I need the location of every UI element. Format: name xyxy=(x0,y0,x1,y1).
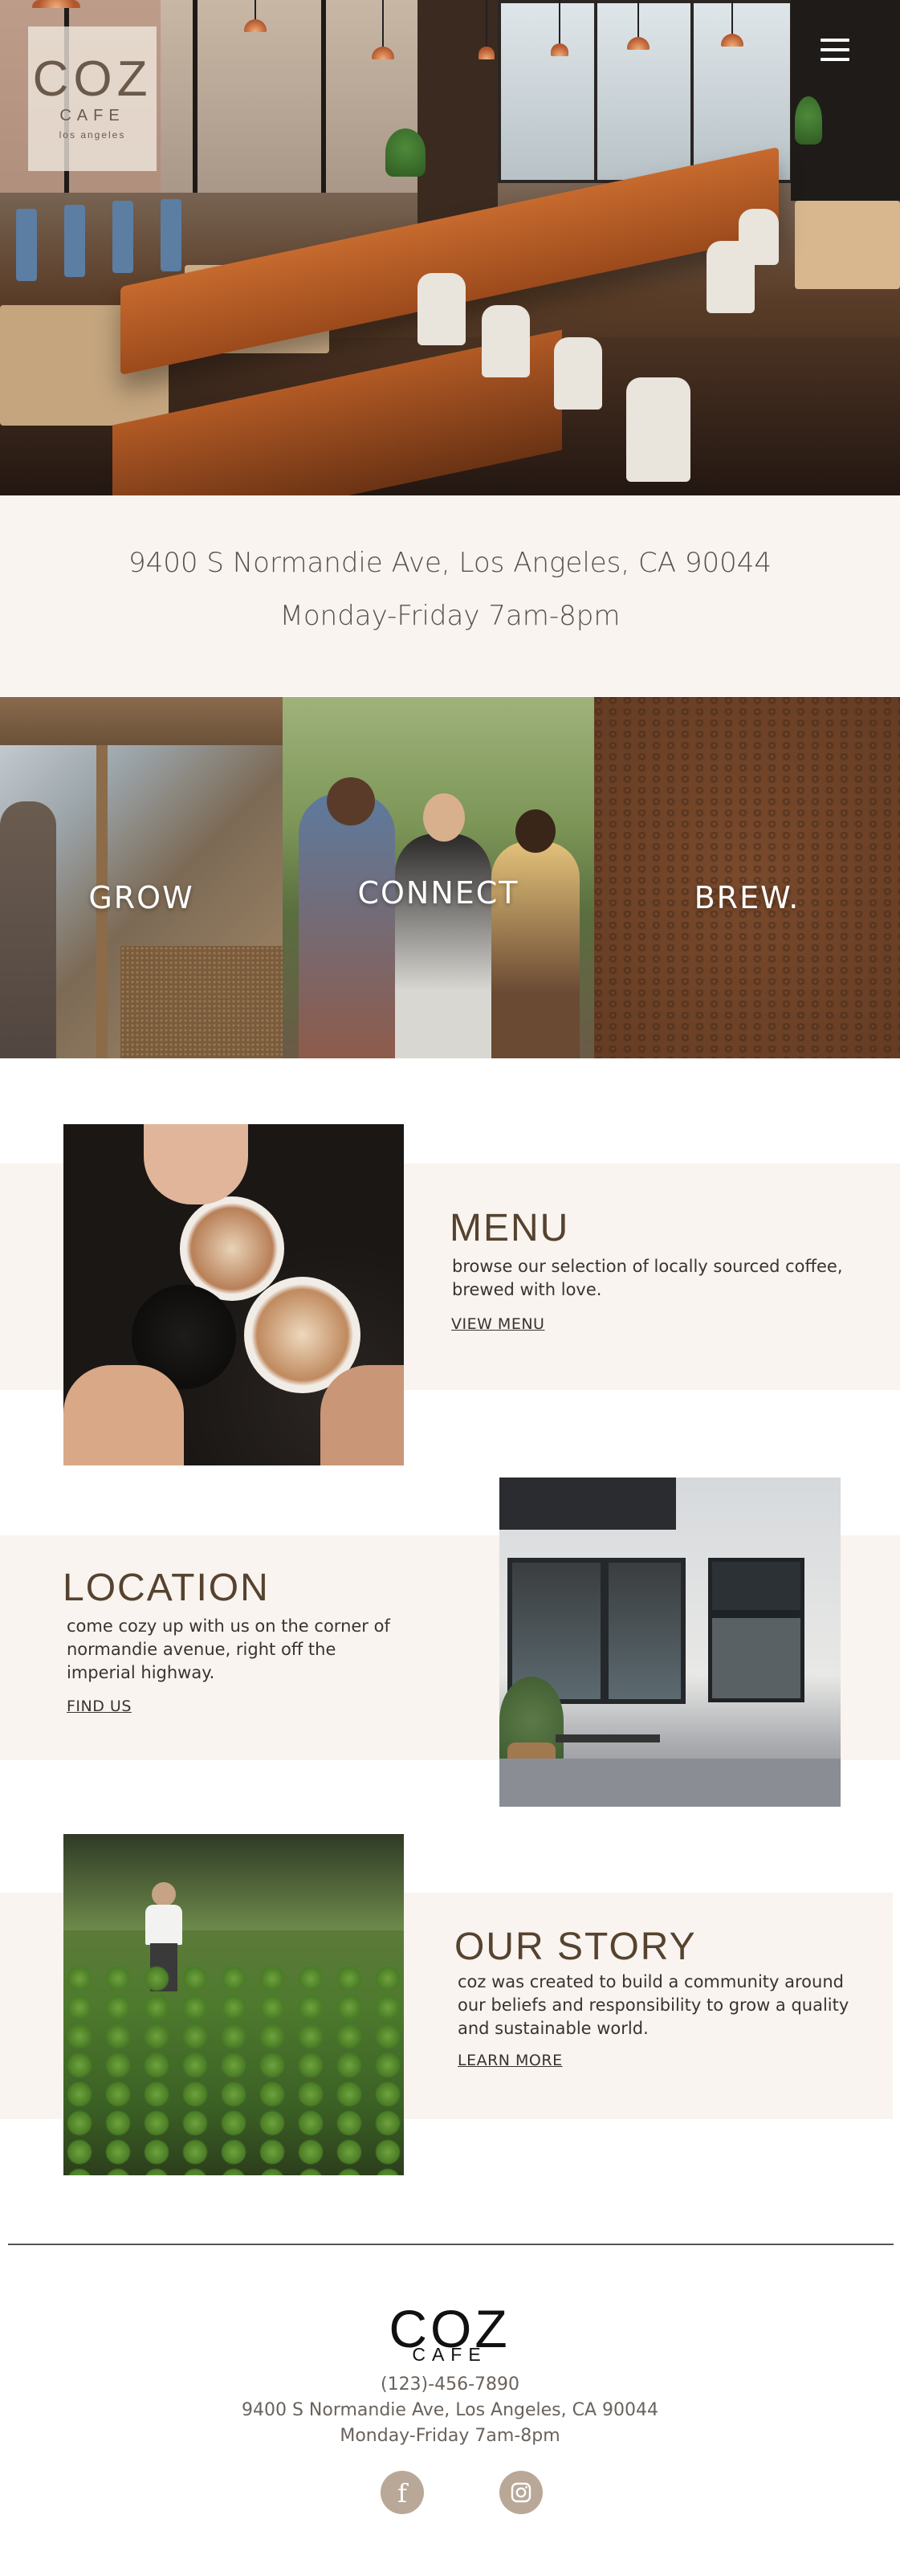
hamburger-menu-icon[interactable] xyxy=(821,39,849,61)
menu-title: MENU xyxy=(450,1207,570,1249)
connect-tile[interactable]: CONNECT xyxy=(283,697,594,1058)
facebook-glyph: f xyxy=(397,2478,407,2509)
view-menu-link[interactable]: VIEW MENU xyxy=(451,1315,544,1333)
grow-label: GROW xyxy=(88,880,194,915)
footer-logo-subtitle: CAFE xyxy=(412,2344,487,2365)
footer-divider xyxy=(8,2244,894,2245)
connect-label: CONNECT xyxy=(357,875,519,911)
footer-phone: (123)-456-7890 xyxy=(380,2374,519,2395)
instagram-icon[interactable] xyxy=(499,2471,543,2514)
brew-tile[interactable]: BREW. xyxy=(594,697,900,1058)
footer-logo[interactable]: COZ CAFE xyxy=(369,2298,530,2365)
info-band: 9400 S Normandie Ave, Los Angeles, CA 90… xyxy=(0,495,900,696)
logo-wordmark: COZ xyxy=(32,51,153,107)
menu-coffee-cups-photo xyxy=(63,1124,404,1465)
find-us-link[interactable]: FIND US xyxy=(67,1698,132,1715)
brew-label: BREW. xyxy=(694,880,800,915)
learn-more-link[interactable]: LEARN MORE xyxy=(458,2052,563,2069)
footer-address: 9400 S Normandie Ave, Los Angeles, CA 90… xyxy=(241,2400,659,2420)
header-logo[interactable]: COZ CAFE los angeles xyxy=(28,26,157,171)
menu-text: browse our selection of locally sourced … xyxy=(452,1257,843,1299)
location-storefront-photo xyxy=(499,1478,841,1807)
info-hours: Monday-Friday 7am-8pm xyxy=(279,600,621,632)
story-coffee-farm-photo xyxy=(63,1834,404,2175)
logo-location: los angeles xyxy=(59,129,126,141)
instagram-glyph xyxy=(511,2482,531,2503)
location-text: come cozy up with us on the corner of no… xyxy=(67,1616,390,1682)
location-title: LOCATION xyxy=(63,1567,270,1609)
grow-tile[interactable]: GROW xyxy=(0,697,283,1058)
story-text: coz was created to build a community aro… xyxy=(458,1972,849,2038)
info-address: 9400 S Normandie Ave, Los Angeles, CA 90… xyxy=(128,547,772,579)
story-title: OUR STORY xyxy=(454,1926,697,1968)
logo-subtitle: CAFE xyxy=(59,107,125,124)
footer-hours: Monday-Friday 7am-8pm xyxy=(340,2426,560,2446)
facebook-icon[interactable]: f xyxy=(381,2471,424,2514)
